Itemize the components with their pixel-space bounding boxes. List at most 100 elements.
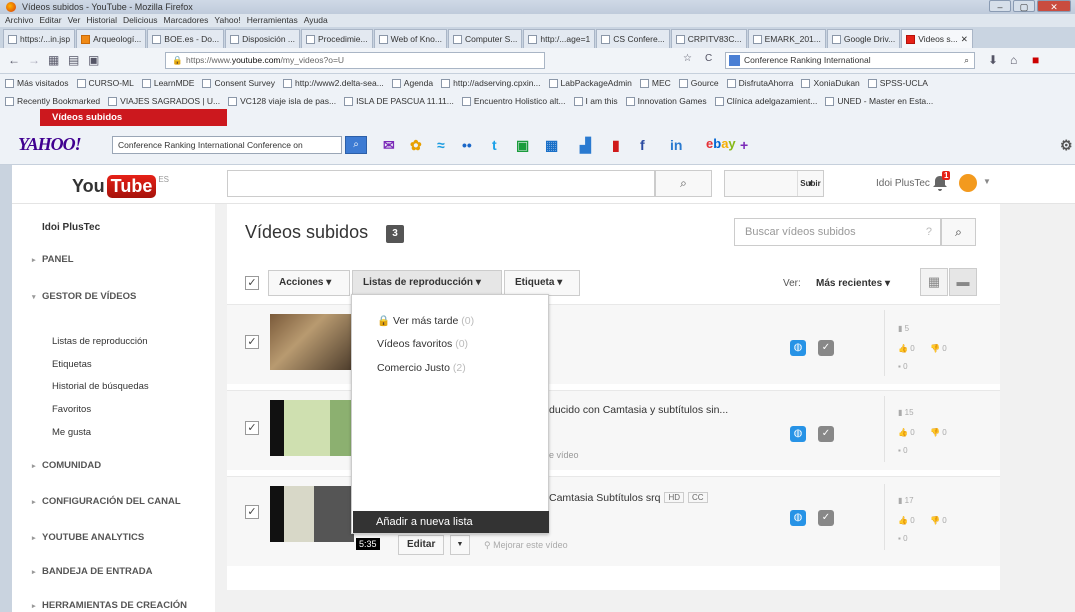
header-username[interactable]: Idoi PlusTec bbox=[876, 178, 930, 189]
bookmark[interactable]: Recently Bookmarked bbox=[5, 92, 100, 110]
menu-yahoo[interactable]: Yahoo! bbox=[214, 14, 240, 27]
browser-tab[interactable]: Computer S... bbox=[447, 29, 523, 48]
playlist-option-ver-mas-tarde[interactable]: 🔒 Ver más tarde (0) bbox=[377, 314, 474, 327]
bookmark[interactable]: Más visitados bbox=[5, 74, 69, 92]
calendar-icon[interactable]: ▦ bbox=[545, 138, 558, 152]
twitter-icon[interactable]: t bbox=[492, 138, 497, 152]
sidebar-item-listas[interactable]: Listas de reproducción bbox=[52, 336, 148, 347]
youtube-search-input[interactable] bbox=[227, 170, 655, 197]
public-check-icon[interactable]: ✓ bbox=[818, 340, 834, 356]
search-videos-button[interactable]: ⌕ bbox=[941, 218, 976, 246]
sidebar-item-configuracion[interactable]: ▸ CONFIGURACIÓN DEL CANAL bbox=[32, 496, 181, 507]
bookmark[interactable]: UNED - Master en Esta... bbox=[825, 92, 933, 110]
gear-icon[interactable]: ⚙ bbox=[1060, 138, 1073, 152]
close-window-button[interactable]: ✕ bbox=[1037, 0, 1071, 12]
mail-icon[interactable]: ✉ bbox=[383, 138, 395, 152]
flower-icon[interactable]: ✿ bbox=[410, 138, 422, 152]
yahoo-logo[interactable]: YAHOO! bbox=[18, 134, 82, 155]
download-icon[interactable]: ⬇ bbox=[988, 53, 998, 67]
browser-tab-active[interactable]: Videos s... ✕ bbox=[901, 29, 973, 48]
video-thumbnail[interactable] bbox=[270, 486, 354, 542]
close-tab-icon[interactable]: ✕ bbox=[961, 30, 968, 48]
public-check-icon[interactable]: ✓ bbox=[818, 426, 834, 442]
bookmark[interactable]: CURSO-ML bbox=[76, 74, 134, 92]
playlists-button[interactable]: Listas de reproducción ▾ bbox=[352, 270, 502, 296]
sidebar-item-etiquetas[interactable]: Etiquetas bbox=[52, 359, 92, 370]
bookmark[interactable]: VIAJES SAGRADOS | U... bbox=[108, 92, 220, 110]
home-icon[interactable]: ⌂ bbox=[1010, 53, 1017, 67]
edit-button[interactable]: Editar bbox=[398, 535, 445, 555]
search-icon[interactable]: ⌕ bbox=[964, 53, 969, 68]
avatar[interactable] bbox=[959, 174, 977, 192]
flickr-icon[interactable]: •• bbox=[462, 138, 472, 152]
browser-tab[interactable]: http:/...age=1 bbox=[523, 29, 596, 48]
upload-button[interactable]: Subir vídeo▼ bbox=[724, 170, 824, 213]
menu-delicious[interactable]: Delicious bbox=[123, 14, 158, 27]
star-icon[interactable]: ☆ bbox=[683, 53, 692, 64]
sidebar-item-comunidad[interactable]: ▸ COMUNIDAD bbox=[32, 460, 101, 471]
bookmark[interactable]: Clínica adelgazamient... bbox=[714, 92, 817, 110]
forward-icon[interactable]: → bbox=[28, 53, 40, 67]
menu-archivo[interactable]: Archivo bbox=[5, 14, 33, 27]
video-thumbnail[interactable] bbox=[270, 400, 354, 456]
chevron-down-icon[interactable]: ▼ bbox=[983, 177, 991, 186]
bookmark[interactable]: SPSS-UCLA bbox=[867, 74, 928, 92]
chevron-down-icon[interactable]: ▼ bbox=[450, 535, 470, 555]
weather-icon[interactable]: ≈ bbox=[437, 138, 445, 152]
video-checkbox[interactable]: ✓ bbox=[245, 335, 259, 349]
video-checkbox[interactable]: ✓ bbox=[245, 505, 259, 519]
search-videos-input[interactable]: Buscar vídeos subidos? bbox=[734, 218, 941, 246]
ebay-link[interactable]: ebay bbox=[706, 136, 736, 151]
playlist-option-favoritos[interactable]: Vídeos favoritos (0) bbox=[377, 338, 468, 350]
menu-marcadores[interactable]: Marcadores bbox=[164, 14, 209, 27]
news-icon[interactable]: ▣ bbox=[516, 138, 529, 152]
menu-ver[interactable]: Ver bbox=[68, 14, 81, 27]
globe-icon[interactable]: ◍ bbox=[790, 510, 806, 526]
save-icon[interactable]: ▣ bbox=[88, 53, 99, 67]
menu-herramientas[interactable]: Herramientas bbox=[247, 14, 298, 27]
bookmark[interactable]: DisfrutaAhorra bbox=[726, 74, 793, 92]
menu-ayuda[interactable]: Ayuda bbox=[304, 14, 328, 27]
reload-icon[interactable]: C bbox=[705, 53, 712, 64]
video-title-link[interactable]: ducido con Camtasia y subtítulos sin... bbox=[549, 404, 728, 416]
help-icon[interactable]: ? bbox=[926, 219, 932, 245]
youtube-search-button[interactable]: ⌕ bbox=[655, 170, 712, 197]
sidebar-item-historial[interactable]: Historial de búsquedas bbox=[52, 381, 149, 392]
browser-tab[interactable]: Arqueologí... bbox=[76, 29, 147, 48]
bookmark-ribbon-icon[interactable]: ▮ bbox=[612, 138, 620, 152]
bookmark[interactable]: XoniaDukan bbox=[801, 74, 860, 92]
browser-tab[interactable]: Web of Kno... bbox=[373, 29, 447, 48]
browser-tab[interactable]: Disposición ... bbox=[225, 29, 301, 48]
games-icon[interactable]: ▟ bbox=[580, 138, 591, 152]
sidebar-icon[interactable]: ▤ bbox=[68, 53, 79, 67]
bookmark[interactable]: Consent Survey bbox=[202, 74, 275, 92]
improve-video-link[interactable]: ⚲ Mejorar este vídeo bbox=[484, 540, 568, 551]
bookmark[interactable]: ISLA DE PASCUA 11.11... bbox=[344, 92, 454, 110]
browser-tab[interactable]: Google Driv... bbox=[826, 29, 901, 48]
facebook-icon[interactable]: f bbox=[640, 138, 645, 152]
sidebar-item-panel[interactable]: ▸ PANEL bbox=[32, 254, 74, 265]
minimize-button[interactable]: – bbox=[989, 0, 1011, 12]
bookmark[interactable]: LearnMDE bbox=[141, 74, 194, 92]
browser-tab[interactable]: EMARK_201... bbox=[747, 29, 826, 48]
select-all-checkbox[interactable]: ✓ bbox=[245, 276, 259, 290]
globe-icon[interactable]: ◍ bbox=[790, 426, 806, 442]
sidebar-item-bandeja[interactable]: ▸ BANDEJA DE ENTRADA bbox=[32, 566, 153, 577]
list-view-icon[interactable]: ▬ bbox=[949, 268, 977, 296]
bookmark[interactable]: Encuentro Holistico alt... bbox=[461, 92, 566, 110]
browser-tab[interactable]: CS Confere... bbox=[596, 29, 670, 48]
playlist-option-comercio-justo[interactable]: Comercio Justo (2) bbox=[377, 362, 466, 374]
sidebar-item-herramientas[interactable]: ▸ HERRAMIENTAS DE CREACIÓN bbox=[32, 600, 187, 611]
video-thumbnail[interactable] bbox=[270, 314, 354, 370]
yahoo-search-input[interactable]: Conference Ranking International Confere… bbox=[112, 136, 342, 154]
sidebar-item-favoritos[interactable]: Favoritos bbox=[52, 404, 91, 415]
chevron-down-icon[interactable]: ▼ bbox=[797, 171, 823, 196]
addon-icon[interactable]: ■ bbox=[1032, 53, 1039, 67]
sidebar-item-videos-subidos[interactable]: Vídeos subidos bbox=[40, 109, 227, 126]
bookmark[interactable]: VC128 viaje isla de pas... bbox=[228, 92, 336, 110]
bookmark[interactable]: Agenda bbox=[391, 74, 433, 92]
actions-button[interactable]: Acciones ▾ bbox=[268, 270, 350, 296]
url-bar[interactable]: 🔒 https://www.youtube.com/my_videos?o=U bbox=[165, 52, 545, 69]
browser-tab[interactable]: https:/...in.jsp bbox=[3, 29, 76, 48]
youtube-logo[interactable]: You Tube ES bbox=[72, 175, 169, 198]
